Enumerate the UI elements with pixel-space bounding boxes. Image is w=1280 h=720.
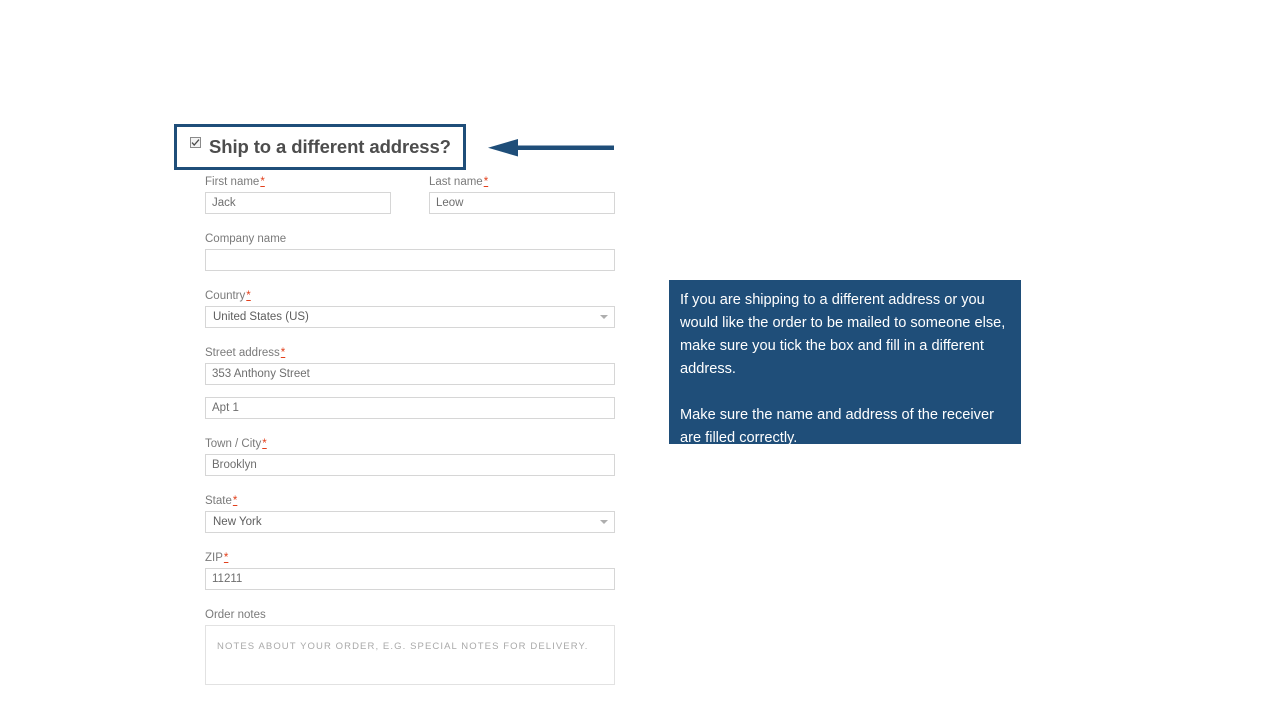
street-address-field-group: Street address* [205, 346, 615, 385]
state-field-group: State* New York [205, 494, 615, 533]
company-name-label: Company name [205, 233, 287, 245]
country-select[interactable]: United States (US) [205, 306, 615, 328]
first-name-field-group: First name* [205, 175, 391, 214]
street-address-input[interactable] [205, 363, 615, 385]
checkmark-icon [191, 138, 200, 146]
name-row: First name* Last name* [205, 175, 615, 214]
town-city-input[interactable] [205, 454, 615, 476]
town-city-label: Town / City* [205, 438, 267, 450]
first-name-label: First name* [205, 176, 265, 188]
required-asterisk: * [483, 176, 489, 188]
street-address-2-field-group [205, 397, 615, 419]
chevron-down-icon [600, 520, 608, 524]
country-field-group: Country* United States (US) [205, 289, 615, 328]
ship-to-different-address-label: Ship to a different address? [209, 136, 451, 157]
order-notes-label: Order notes [205, 609, 266, 621]
zip-label: ZIP* [205, 552, 229, 564]
order-notes-field-group: Order notes NOTES ABOUT YOUR ORDER, E.G.… [205, 608, 615, 685]
zip-input[interactable] [205, 568, 615, 590]
info-callout: If you are shipping to a different addre… [669, 280, 1021, 446]
country-select-value: United States (US) [205, 306, 615, 328]
town-city-field-group: Town / City* [205, 437, 615, 476]
last-name-field-group: Last name* [429, 175, 615, 214]
required-asterisk: * [246, 290, 251, 302]
chevron-down-icon [600, 315, 608, 319]
info-callout-paragraph-2: Make sure the name and address of the re… [680, 407, 994, 446]
required-asterisk: * [262, 438, 267, 450]
street-address-label: Street address* [205, 347, 286, 359]
company-name-input[interactable] [205, 249, 615, 271]
state-select[interactable]: New York [205, 511, 615, 533]
order-notes-textarea[interactable]: NOTES ABOUT YOUR ORDER, E.G. SPECIAL NOT… [205, 625, 615, 685]
shipping-address-form: First name* Last name* Company name Coun… [205, 175, 615, 685]
state-label: State* [205, 495, 238, 507]
company-name-field-group: Company name [205, 232, 615, 271]
zip-field-group: ZIP* [205, 551, 615, 590]
required-asterisk: * [280, 347, 286, 359]
order-notes-placeholder: NOTES ABOUT YOUR ORDER, E.G. SPECIAL NOT… [217, 641, 589, 652]
ship-to-different-address-highlight: Ship to a different address? [174, 124, 466, 170]
info-callout-paragraph-1: If you are shipping to a different addre… [680, 292, 1006, 377]
last-name-label: Last name* [429, 176, 489, 188]
street-address-2-input[interactable] [205, 397, 615, 419]
last-name-input[interactable] [429, 192, 615, 214]
country-label: Country* [205, 290, 251, 302]
required-asterisk: * [260, 176, 265, 188]
ship-to-different-address-checkbox[interactable] [190, 136, 201, 148]
arrow-left-icon [488, 139, 614, 157]
first-name-input[interactable] [205, 192, 391, 214]
required-asterisk: * [223, 552, 229, 564]
required-asterisk: * [232, 495, 238, 507]
state-select-value: New York [205, 511, 615, 533]
